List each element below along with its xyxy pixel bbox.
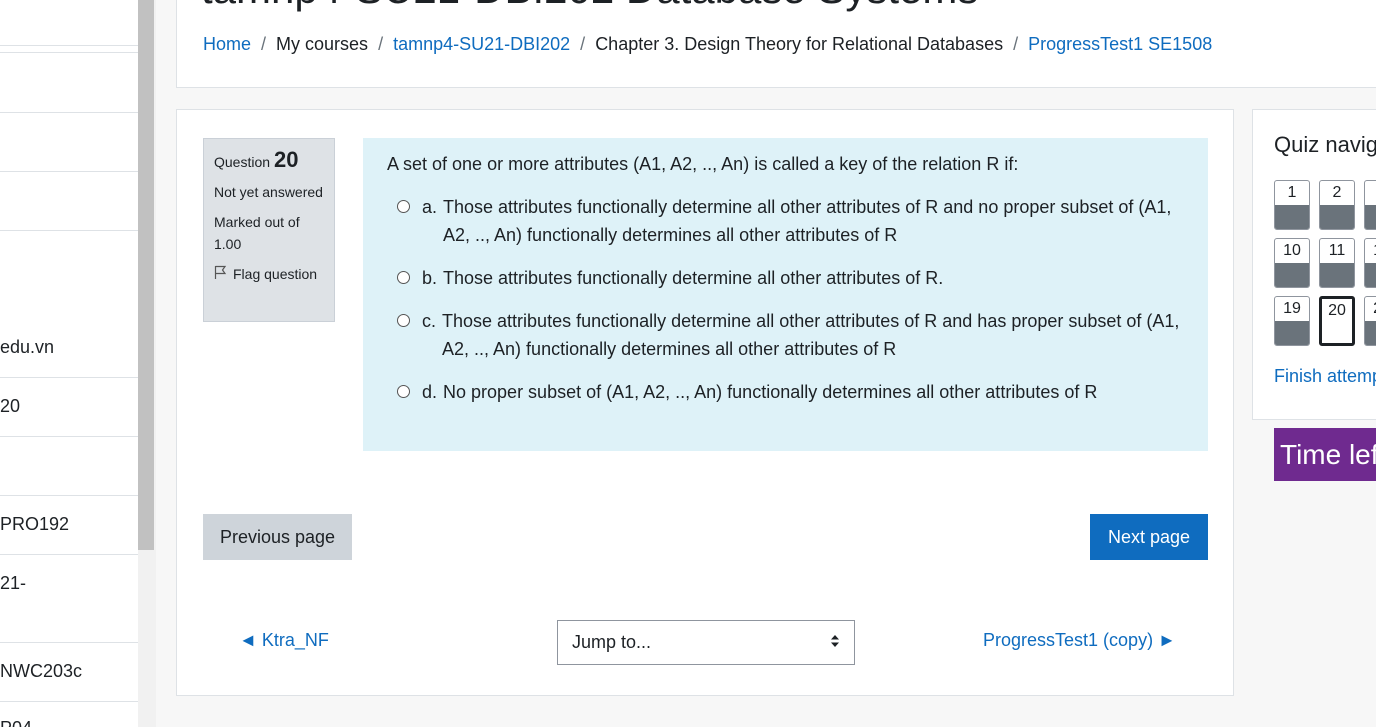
- previous-activity-link[interactable]: ◄ Ktra_NF: [239, 630, 329, 651]
- page-title: tamnp4-SU21-DBI202 Database Systems: [201, 0, 978, 13]
- quiz-attempt-region: Question 20 Not yet answered Marked out o…: [176, 109, 1234, 696]
- quiz-navigation-title: Quiz navigation: [1274, 132, 1376, 157]
- breadcrumb: Home / My courses / tamnp4-SU21-DBI202 /…: [203, 34, 1212, 55]
- quiz-nav-button[interactable]: 19: [1274, 296, 1310, 346]
- quiz-nav-number: 2: [1332, 184, 1342, 201]
- drawer-item[interactable]: NWC203c: [0, 643, 138, 702]
- answer-option-c[interactable]: c. Those attributes functionally determi…: [387, 307, 1184, 363]
- breadcrumb-home[interactable]: Home: [203, 34, 251, 55]
- answer-letter: a.: [422, 197, 438, 217]
- quiz-nav-number: 20: [1328, 302, 1346, 319]
- breadcrumb-course[interactable]: tamnp4-SU21-DBI202: [393, 34, 570, 55]
- drawer-item-label: 20: [0, 396, 21, 416]
- answer-text: Those attributes functionally determine …: [443, 268, 944, 288]
- quiz-nav-button[interactable]: 12: [1364, 238, 1376, 288]
- quiz-nav-number: 12: [1365, 239, 1376, 263]
- quiz-navigation-block: Quiz navigation 1 2 3 10 11 12 19 20 21 …: [1252, 109, 1376, 420]
- quiz-nav-status-bar: [1275, 263, 1309, 287]
- time-left-timer: Time left: [1274, 428, 1376, 481]
- quiz-nav-status-bar: [1365, 263, 1376, 287]
- next-activity-link[interactable]: ProgressTest1 (copy) ►: [983, 630, 1176, 651]
- radio-button[interactable]: [397, 200, 410, 213]
- question-label: Question: [214, 154, 271, 170]
- answer-letter: c.: [422, 311, 437, 331]
- answer-option-b[interactable]: b. Those attributes functionally determi…: [387, 264, 1184, 292]
- breadcrumb-separator: /: [261, 34, 267, 54]
- drawer-item[interactable]: [0, 52, 138, 113]
- answer-letter: b.: [422, 268, 438, 288]
- previous-page-button[interactable]: Previous page: [203, 514, 352, 560]
- course-index-drawer: edu.vn 20 PRO192 21- NWC203c P04: [0, 0, 139, 727]
- drawer-item-label: PRO192: [0, 514, 70, 534]
- answer-text: No proper subset of (A1, A2, .., An) fun…: [443, 382, 1098, 402]
- answer-options: a. Those attributes functionally determi…: [387, 193, 1184, 406]
- answer-letter: d.: [422, 382, 438, 402]
- quiz-nav-number: 10: [1283, 242, 1301, 259]
- quiz-nav-number: 3: [1365, 181, 1376, 205]
- quiz-nav-status-bar: [1275, 205, 1309, 229]
- select-arrows-icon: [830, 632, 840, 653]
- radio-button[interactable]: [397, 271, 410, 284]
- quiz-nav-button[interactable]: 21: [1364, 296, 1376, 346]
- answer-text: Those attributes functionally determine …: [443, 197, 1172, 245]
- drawer-item[interactable]: [0, 113, 138, 172]
- quiz-nav-button[interactable]: 3: [1364, 180, 1376, 230]
- drawer-item[interactable]: edu.vn: [0, 231, 138, 378]
- answer-text: Those attributes functionally determine …: [442, 311, 1180, 359]
- quiz-nav-button-current[interactable]: 20: [1319, 296, 1355, 346]
- answer-option-a[interactable]: a. Those attributes functionally determi…: [387, 193, 1184, 249]
- quiz-nav-status-bar: [1320, 205, 1354, 229]
- quiz-nav-number: 1: [1287, 184, 1297, 201]
- quiz-nav-button[interactable]: 1: [1274, 180, 1310, 230]
- radio-button[interactable]: [397, 385, 410, 398]
- drawer-item[interactable]: [0, 437, 138, 496]
- question-number-value: 20: [274, 147, 299, 172]
- quiz-nav-number: 19: [1283, 300, 1301, 317]
- breadcrumb-separator: /: [580, 34, 586, 54]
- drawer-scrollbar-thumb[interactable]: [138, 0, 154, 550]
- flag-question-toggle[interactable]: Flag question: [214, 265, 324, 283]
- drawer-item[interactable]: [0, 0, 138, 46]
- flag-icon: [214, 265, 227, 283]
- drawer-item[interactable]: [0, 172, 138, 231]
- quiz-nav-status-bar: [1365, 321, 1376, 345]
- quiz-nav-button[interactable]: 2: [1319, 180, 1355, 230]
- finish-attempt-link[interactable]: Finish attempt ...: [1274, 366, 1376, 387]
- quiz-nav-button[interactable]: 11: [1319, 238, 1355, 288]
- question-info: Question 20 Not yet answered Marked out o…: [203, 138, 335, 322]
- quiz-nav-button[interactable]: 10: [1274, 238, 1310, 288]
- next-page-button[interactable]: Next page: [1090, 514, 1208, 560]
- drawer-item[interactable]: 20: [0, 378, 138, 437]
- breadcrumb-chapter[interactable]: Chapter 3. Design Theory for Relational …: [595, 34, 1003, 55]
- drawer-item-label: 21-: [0, 573, 27, 593]
- breadcrumb-my-courses[interactable]: My courses: [276, 34, 368, 55]
- drawer-item-label: P04: [0, 718, 32, 727]
- breadcrumb-separator: /: [1013, 34, 1019, 54]
- quiz-nav-number: 21: [1365, 297, 1376, 321]
- question-state: Not yet answered: [214, 184, 323, 200]
- drawer-item-label: NWC203c: [0, 661, 83, 681]
- breadcrumb-quiz[interactable]: ProgressTest1 SE1508: [1028, 34, 1212, 55]
- jump-to-label: Jump to...: [572, 632, 652, 652]
- quiz-nav-status-bar: [1365, 205, 1376, 229]
- drawer-item-label: edu.vn: [0, 337, 55, 357]
- question-number: Question 20: [214, 147, 324, 173]
- flag-question-label: Flag question: [233, 266, 318, 282]
- drawer-item[interactable]: 21-: [0, 555, 138, 643]
- quiz-nav-status-bar: [1320, 263, 1354, 287]
- quiz-nav-number: 11: [1328, 242, 1346, 259]
- quiz-nav-status-bar: [1275, 321, 1309, 345]
- drawer-item[interactable]: P04: [0, 702, 138, 727]
- jump-to-select[interactable]: Jump to...: [557, 620, 855, 665]
- radio-button[interactable]: [397, 314, 410, 327]
- question-text: A set of one or more attributes (A1, A2,…: [387, 154, 1019, 174]
- drawer-item[interactable]: PRO192: [0, 496, 138, 555]
- question-content: A set of one or more attributes (A1, A2,…: [363, 138, 1208, 451]
- page-header: tamnp4-SU21-DBI202 Database Systems Home…: [176, 0, 1376, 88]
- question-grade: Marked out of 1.00: [214, 214, 300, 252]
- breadcrumb-separator: /: [378, 34, 384, 54]
- answer-option-d[interactable]: d. No proper subset of (A1, A2, .., An) …: [387, 378, 1184, 406]
